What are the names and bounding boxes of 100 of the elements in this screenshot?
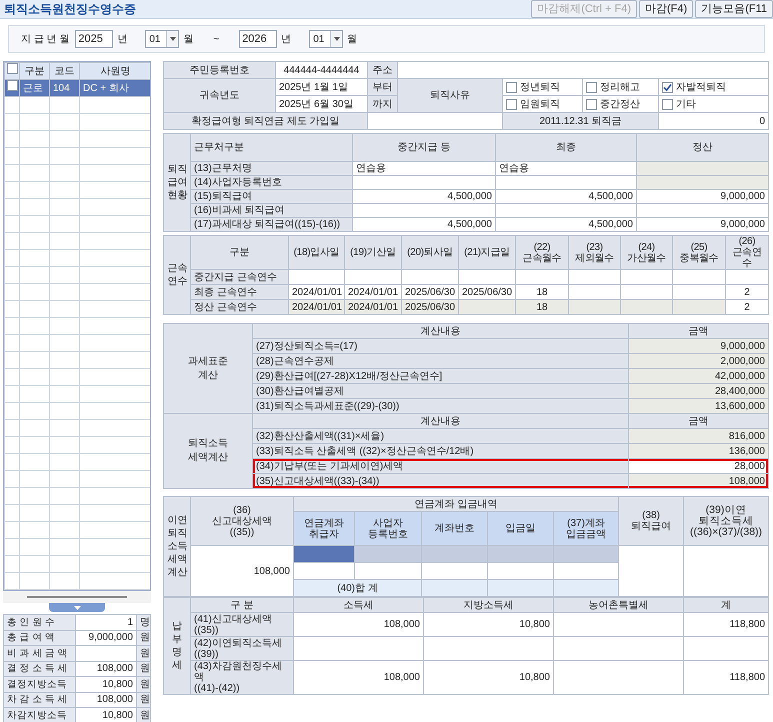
column-header: 금액 [628,324,768,338]
column-header: (20)퇴사일 [402,236,458,270]
month-dropdown[interactable]: 01 [145,30,180,48]
input-cell[interactable] [488,562,554,580]
table-cell: 2,000,000 [628,354,768,368]
section-label: 근속연수 [164,236,190,314]
input-cell[interactable] [294,562,354,580]
checkbox[interactable] [586,98,597,110]
unit-label: 년 [281,32,292,46]
table-cell: 10,800 [424,660,554,694]
row-header: (40)합 계 [294,580,422,596]
row-header: 확정급여형 퇴직연금 제도 가입일 [164,112,368,130]
employee-row[interactable]: 근로 104 DC + 회사 [4,80,150,96]
checkbox[interactable] [6,63,18,74]
table-cell: 10,800 [76,708,136,722]
table-cell: 2025/06/30 [458,284,516,300]
input-cell[interactable] [554,562,619,580]
unit-label: 년 [117,32,128,46]
section-label: 과세표준 계산 [164,324,252,414]
collapse-tab[interactable] [49,603,105,612]
table-cell: 4,500,000 [352,218,496,232]
table-cell: 118,800 [684,612,768,636]
row-header: (13)근무처명 [190,162,352,176]
table-cell: 9,000,000 [636,218,768,232]
column-header: (37)계좌 입금금액 [554,512,619,546]
table-cell: 2024/01/01 [344,300,402,314]
table-cell: 1 [76,614,136,630]
checkbox[interactable] [662,98,673,110]
column-header: 계산내용 [252,414,628,428]
column-header: 구 분 [190,598,294,612]
column-header: (23) 제외월수 [568,236,620,270]
row-header: (30)환산급여별공제 [252,384,628,398]
year-field[interactable]: 2025 [75,30,114,48]
checkbox[interactable] [506,82,517,92]
column-header: 사업자 등록번호 [354,512,422,546]
column-header: 중간지급 등 [352,134,496,162]
table-cell: 2025/06/30 [402,284,458,300]
unit-label: 명 [136,614,150,630]
table-cell: 연습용 [352,162,496,176]
range-separator: ~ [213,32,220,46]
table-cell: 108,000 [190,546,294,596]
table-cell: 816,000 [628,428,768,444]
table-cell: 136,000 [628,444,768,458]
table-cell: 9,000,000 [628,338,768,354]
table-cell: 2 [726,284,768,300]
column-header: 계산내용 [252,324,628,338]
row-header: 까지 [368,96,398,112]
column-header: 정산 [636,134,768,162]
row-header: 총 인 원 수 [4,614,76,630]
table-cell: 2025년 6월 30일 [276,96,368,112]
row-header: (28)근속연수공제 [252,354,628,368]
checkbox-label: 기타 [676,98,696,110]
table-cell: 0 [658,112,768,130]
input-cell[interactable] [354,546,422,562]
input-cell[interactable] [488,546,554,562]
column-header: 구분 [20,62,50,80]
row-header: 주소 [368,62,398,78]
checkbox[interactable] [662,82,673,92]
row-header: 퇴직사유 [398,78,502,112]
row-header: (14)사업자등록번호 [190,176,352,190]
table-cell: 108,000 [294,660,424,694]
month-dropdown[interactable]: 01 [309,30,344,48]
table-cell: 4,500,000 [496,218,636,232]
year-field[interactable]: 2026 [239,30,278,48]
checkbox[interactable] [586,82,597,92]
input-cell[interactable] [354,562,422,580]
scrollbar[interactable] [3,591,151,603]
toolbar-button[interactable]: 기능모음(F11 [695,0,773,18]
checkbox-label: 자발적퇴직 [676,82,726,92]
table-cell: 2 [726,300,768,314]
checkbox-label: 임원퇴직 [520,98,560,110]
checkbox[interactable] [506,98,517,110]
caret-icon [170,37,176,41]
unit-label: 월 [347,32,358,46]
row-header: 차 감 소 득 세 [4,692,76,708]
checkbox[interactable] [6,80,18,91]
column-header: (24) 가산월수 [620,236,672,270]
input-cell[interactable] [554,546,619,562]
input-cell[interactable] [294,546,354,562]
row-header: (43)차감원천징수세액 ((41)-(42)) [190,660,294,694]
column-header: 계 [684,598,768,612]
table-cell: 18 [516,284,568,300]
row-header: (33)퇴직소득 산출세액 ((32)×정산근속연수/12배) [252,444,628,458]
row-header: (31)퇴직소득과세표준((29)-(30)) [252,398,628,414]
column-header: 계좌번호 [422,512,488,546]
table-cell: 2024/01/01 [288,284,344,300]
checkbox-label: 정년퇴직 [520,82,560,92]
input-cell[interactable] [422,546,488,562]
table-cell: 2024/01/01 [344,284,402,300]
row-header: 부터 [368,78,398,96]
row-header: (27)정산퇴직소득=(17) [252,338,628,354]
column-header: 입금일 [488,512,554,546]
row-header: 비 과 세 금 액 [4,646,76,661]
input-cell[interactable] [422,562,488,580]
row-header: 결정지방소득 [4,676,76,692]
column-header: (36) 신고대상세액 ((35)) [190,496,294,546]
column-header: (19)기산일 [344,236,402,270]
toolbar-button[interactable]: 마감(F4) [639,0,694,18]
table-cell: 2024/01/01 [288,300,344,314]
column-header: 소득세 [294,598,424,612]
